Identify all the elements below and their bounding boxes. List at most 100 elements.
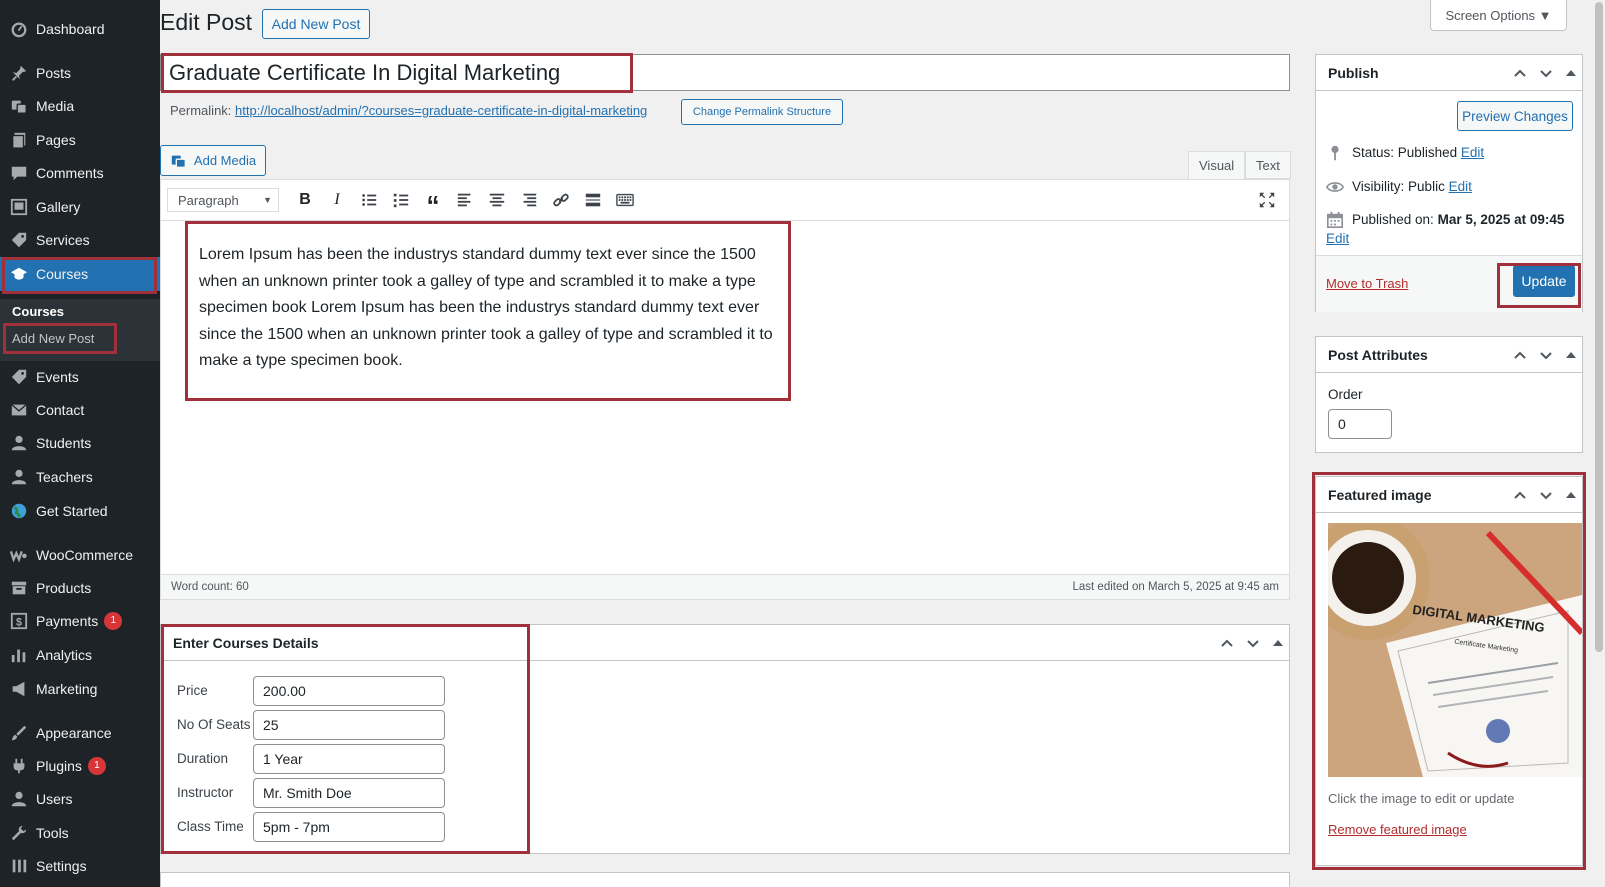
duration-label: Duration	[177, 751, 229, 766]
sidebar-item-label: Appearance	[36, 725, 112, 741]
update-button[interactable]: Update	[1513, 265, 1575, 297]
sidebar-item-comments[interactable]: Comments	[0, 156, 160, 190]
permalink-link[interactable]: http://localhost/admin/?courses=graduate…	[235, 103, 647, 118]
chevron-up-icon[interactable]	[1510, 63, 1530, 83]
sidebar-item-services[interactable]: Services	[0, 223, 160, 257]
bold-icon[interactable]: B	[289, 186, 321, 214]
chevron-up-icon[interactable]	[1510, 485, 1530, 505]
sidebar-item-label: Contact	[36, 402, 85, 418]
sidebar-item-label: Events	[36, 369, 79, 385]
no-of-seats-input[interactable]: 25	[253, 710, 445, 740]
sidebar-item-gallery[interactable]: Gallery	[0, 190, 160, 224]
submenu-add-new-post[interactable]: Add New Post	[12, 331, 94, 346]
published-edit-link[interactable]: Edit	[1326, 231, 1349, 246]
featured-image-hint: Click the image to edit or update	[1328, 791, 1515, 806]
chevron-up-icon[interactable]	[1510, 345, 1530, 365]
sidebar-item-settings[interactable]: Settings	[0, 849, 160, 883]
sidebar-item-media[interactable]: Media	[0, 89, 160, 123]
user-icon	[9, 789, 29, 809]
sidebar-item-label: Gallery	[36, 199, 81, 215]
post-title-input[interactable]: Graduate Certificate In Digital Marketin…	[160, 54, 1290, 91]
toggle-panel-icon[interactable]	[1566, 492, 1576, 498]
sidebar-item-marketing[interactable]: Marketing	[0, 672, 160, 706]
sidebar-item-pages[interactable]: Pages	[0, 123, 160, 157]
chevron-down-icon[interactable]	[1243, 883, 1263, 887]
sidebar-item-products[interactable]: Products	[0, 571, 160, 605]
submenu-courses[interactable]: Courses	[12, 304, 64, 319]
sidebar-item-posts[interactable]: Posts	[0, 56, 160, 90]
toggle-panel-icon[interactable]	[1273, 640, 1283, 646]
chevron-down-icon[interactable]	[1243, 633, 1263, 653]
toggle-panel-icon[interactable]	[1566, 70, 1576, 76]
price-label: Price	[177, 683, 208, 698]
remove-featured-image-link[interactable]: Remove featured image	[1328, 822, 1467, 837]
scrollbar-thumb[interactable]	[1595, 2, 1603, 652]
sidebar-item-students[interactable]: Students	[0, 426, 160, 460]
sidebar-item-label: Products	[36, 580, 92, 596]
sidebar-item-events[interactable]: Events	[0, 360, 160, 394]
read-more-icon[interactable]	[577, 186, 609, 214]
visibility-edit-link[interactable]: Edit	[1449, 179, 1472, 194]
sidebar-item-teachers[interactable]: Teachers	[0, 460, 160, 494]
align-center-icon[interactable]	[481, 186, 513, 214]
status-label: Status:	[1352, 145, 1395, 160]
sidebar-item-dashboard[interactable]: Dashboard	[0, 12, 160, 46]
sidebar-item-contact[interactable]: Contact	[0, 393, 160, 427]
status-edit-link[interactable]: Edit	[1461, 145, 1484, 160]
sidebar-item-get-started[interactable]: Get Started	[0, 494, 160, 528]
italic-icon[interactable]: I	[321, 186, 353, 214]
bullet-list-icon[interactable]	[353, 186, 385, 214]
fullscreen-icon[interactable]	[1251, 186, 1283, 214]
add-media-button[interactable]: Add Media	[160, 145, 266, 176]
price-input[interactable]: 200.00	[253, 676, 445, 706]
link-icon[interactable]	[545, 186, 577, 214]
class-time-input[interactable]: 5pm - 7pm	[253, 812, 445, 842]
instructor-label: Instructor	[177, 785, 234, 800]
chevron-up-icon[interactable]	[1217, 633, 1237, 653]
sidebar-item-woocommerce[interactable]: WooCommerce	[0, 538, 160, 572]
permalink-label: Permalink:	[170, 103, 232, 118]
keyboard-icon[interactable]	[609, 186, 641, 214]
editor-status-bar: Word count: 60 Last edited on March 5, 2…	[161, 574, 1289, 599]
sidebar-item-label: Students	[36, 435, 92, 451]
tab-text[interactable]: Text	[1245, 151, 1291, 179]
discussion-controls	[1217, 873, 1283, 887]
sidebar-item-plugins[interactable]: Plugins 1	[0, 749, 160, 783]
featured-image-thumbnail[interactable]: DIGITAL MARKETING Certificate Marketing	[1328, 523, 1582, 777]
sidebar-item-label: Comments	[36, 165, 104, 181]
chevron-down-icon[interactable]	[1536, 485, 1556, 505]
move-to-trash-link[interactable]: Move to Trash	[1326, 276, 1408, 291]
blockquote-icon[interactable]: “	[417, 186, 449, 218]
sidebar-item-analytics[interactable]: Analytics	[0, 638, 160, 672]
chevron-down-icon[interactable]	[1536, 63, 1556, 83]
publish-actions: Move to Trash Update	[1316, 255, 1582, 312]
numbered-list-icon[interactable]	[385, 186, 417, 214]
chevron-down-icon[interactable]	[1536, 345, 1556, 365]
settings-icon	[9, 856, 29, 876]
instructor-input[interactable]: Mr. Smith Doe	[253, 778, 445, 808]
align-left-icon[interactable]	[449, 186, 481, 214]
editor-content[interactable]: Lorem Ipsum has been the industrys stand…	[199, 242, 779, 375]
change-permalink-button[interactable]: Change Permalink Structure	[681, 99, 843, 125]
chevron-up-icon[interactable]	[1217, 883, 1237, 887]
preview-changes-button[interactable]: Preview Changes	[1457, 101, 1573, 131]
sidebar-item-users[interactable]: Users	[0, 782, 160, 816]
align-right-icon[interactable]	[513, 186, 545, 214]
page-scrollbar[interactable]	[1592, 0, 1605, 887]
format-select[interactable]: Paragraph ▼	[167, 188, 279, 212]
discussion-box: Discussion	[160, 872, 1290, 887]
sidebar-item-payments[interactable]: $ Payments 1	[0, 604, 160, 638]
tab-visual[interactable]: Visual	[1188, 151, 1246, 179]
toggle-panel-icon[interactable]	[1566, 352, 1576, 358]
publish-controls	[1510, 55, 1576, 91]
sidebar-item-courses[interactable]: Courses	[0, 257, 160, 291]
order-input[interactable]: 0	[1328, 409, 1392, 439]
add-new-post-button[interactable]: Add New Post	[262, 9, 370, 39]
screen-options-button[interactable]: Screen Options ▼	[1430, 0, 1567, 31]
duration-input[interactable]: 1 Year	[253, 744, 445, 774]
sidebar-item-appearance[interactable]: Appearance	[0, 716, 160, 750]
content-editor[interactable]: Paragraph ▼ B I “ Lorem Ipsum has been t…	[160, 179, 1290, 600]
tag-icon	[9, 367, 29, 387]
sidebar-item-tools[interactable]: Tools	[0, 816, 160, 850]
sidebar-item-label: Pages	[36, 132, 76, 148]
